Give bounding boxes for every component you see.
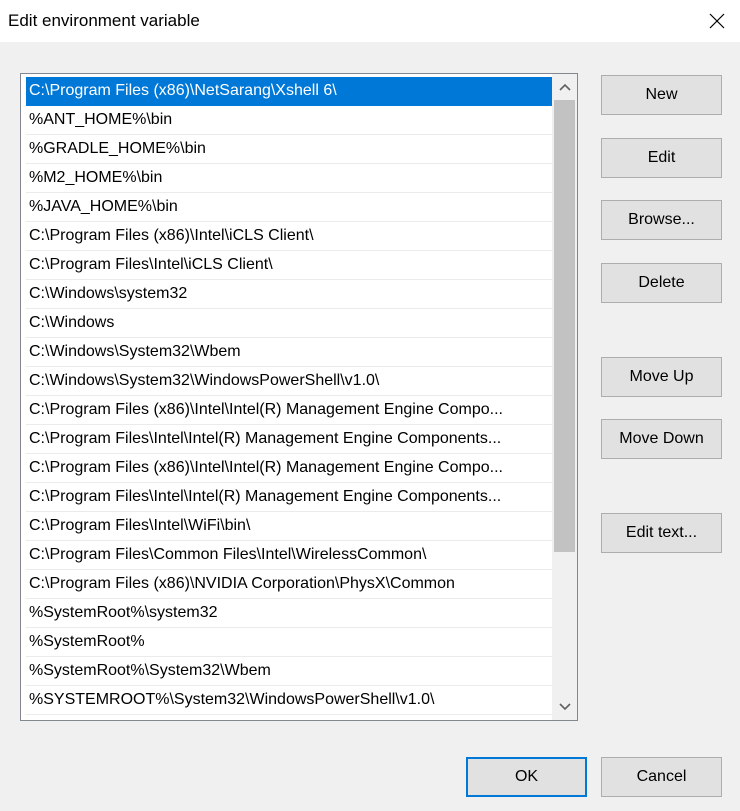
- list-item[interactable]: C:\Windows\System32\Wbem: [26, 338, 552, 367]
- chevron-down-icon: [558, 703, 571, 711]
- list-item[interactable]: C:\Program Files (x86)\NetSarang\Xshell …: [26, 77, 552, 106]
- edit-button[interactable]: Edit: [601, 138, 722, 178]
- list-item[interactable]: C:\Program Files (x86)\Intel\Intel(R) Ma…: [26, 396, 552, 425]
- close-button[interactable]: [694, 0, 740, 42]
- vertical-scrollbar[interactable]: [552, 74, 577, 720]
- ok-button[interactable]: OK: [466, 757, 587, 797]
- path-list-rows: C:\Program Files (x86)\NetSarang\Xshell …: [26, 77, 552, 715]
- path-list[interactable]: C:\Program Files (x86)\NetSarang\Xshell …: [20, 73, 578, 721]
- list-item[interactable]: C:\Program Files\Intel\Intel(R) Manageme…: [26, 483, 552, 512]
- chevron-up-icon: [558, 83, 571, 91]
- move-down-button[interactable]: Move Down: [601, 419, 722, 459]
- title-bar: Edit environment variable: [0, 0, 740, 42]
- list-item[interactable]: C:\Program Files (x86)\NVIDIA Corporatio…: [26, 570, 552, 599]
- cancel-button[interactable]: Cancel: [601, 757, 722, 797]
- move-up-button[interactable]: Move Up: [601, 357, 722, 397]
- list-item[interactable]: C:\Program Files (x86)\Intel\Intel(R) Ma…: [26, 454, 552, 483]
- edit-text-button[interactable]: Edit text...: [601, 513, 722, 553]
- list-item[interactable]: %SystemRoot%\System32\Wbem: [26, 657, 552, 686]
- new-button[interactable]: New: [601, 75, 722, 115]
- list-item[interactable]: C:\Windows\system32: [26, 280, 552, 309]
- list-item[interactable]: C:\Windows\System32\WindowsPowerShell\v1…: [26, 367, 552, 396]
- list-item[interactable]: %ANT_HOME%\bin: [26, 106, 552, 135]
- scroll-up-button[interactable]: [552, 76, 577, 98]
- close-icon: [709, 13, 725, 29]
- list-item[interactable]: C:\Program Files\Intel\iCLS Client\: [26, 251, 552, 280]
- dialog-title: Edit environment variable: [8, 11, 200, 30]
- list-item[interactable]: %M2_HOME%\bin: [26, 164, 552, 193]
- list-item[interactable]: %SystemRoot%\system32: [26, 599, 552, 628]
- scrollbar-thumb[interactable]: [554, 100, 575, 552]
- list-item[interactable]: C:\Windows: [26, 309, 552, 338]
- list-item[interactable]: %JAVA_HOME%\bin: [26, 193, 552, 222]
- list-item[interactable]: C:\Program Files\Intel\WiFi\bin\: [26, 512, 552, 541]
- list-item[interactable]: C:\Program Files\Intel\Intel(R) Manageme…: [26, 425, 552, 454]
- list-item[interactable]: %GRADLE_HOME%\bin: [26, 135, 552, 164]
- list-item[interactable]: %SystemRoot%: [26, 628, 552, 657]
- browse-button[interactable]: Browse...: [601, 200, 722, 240]
- list-item[interactable]: C:\Program Files (x86)\Intel\iCLS Client…: [26, 222, 552, 251]
- delete-button[interactable]: Delete: [601, 263, 722, 303]
- scroll-down-button[interactable]: [552, 696, 577, 718]
- list-item[interactable]: %SYSTEMROOT%\System32\WindowsPowerShell\…: [26, 686, 552, 715]
- list-item[interactable]: C:\Program Files\Common Files\Intel\Wire…: [26, 541, 552, 570]
